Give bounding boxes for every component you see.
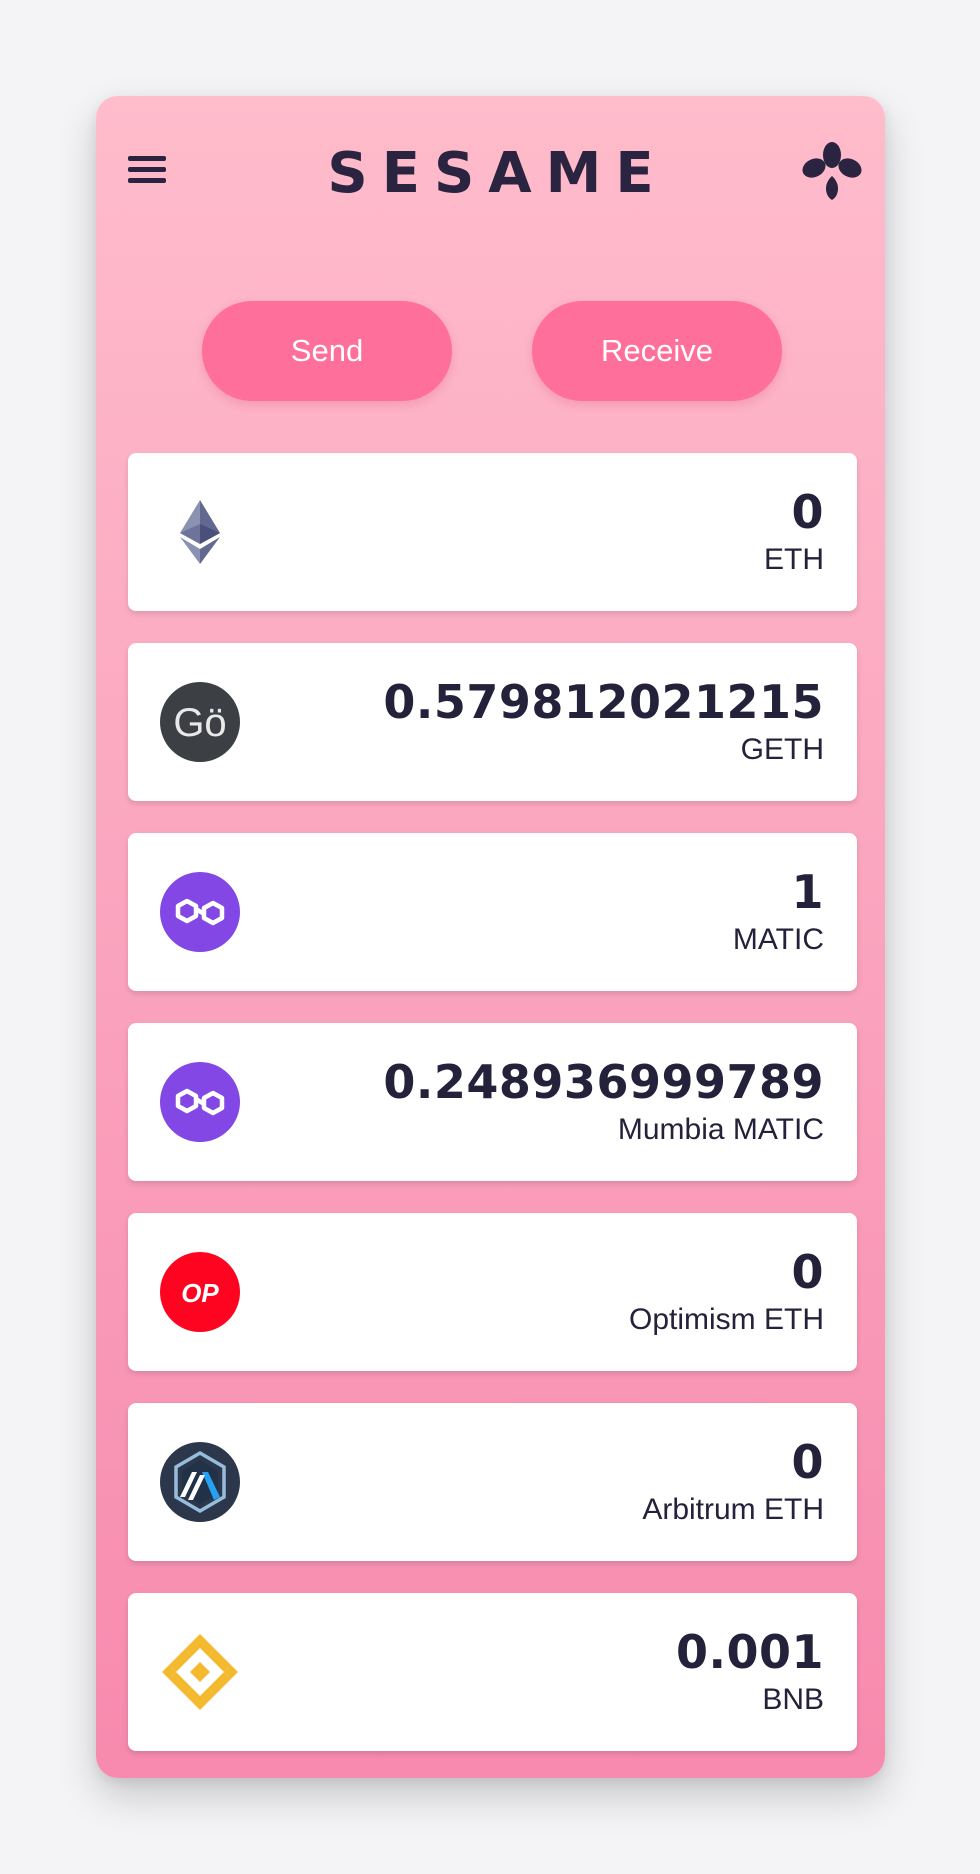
sesame-seeds-icon[interactable] xyxy=(801,140,863,202)
receive-button[interactable]: Receive xyxy=(532,301,782,401)
token-card-bnb[interactable]: 0.001 BNB xyxy=(128,1593,857,1751)
token-amount: 0 xyxy=(791,1245,824,1299)
token-card-eth[interactable]: 0 ETH xyxy=(128,453,857,611)
token-card-geth[interactable]: Gö 0.579812021215 GETH xyxy=(128,643,857,801)
token-amount: 0.001 xyxy=(675,1625,824,1679)
token-card-arbitrum-eth[interactable]: 0 Arbitrum ETH xyxy=(128,1403,857,1561)
arbitrum-icon xyxy=(160,1442,240,1522)
token-amount: 1 xyxy=(791,865,824,919)
token-symbol: GETH xyxy=(740,733,824,766)
token-symbol: Mumbia MATIC xyxy=(617,1113,824,1146)
token-amount: 0.248936999789 xyxy=(383,1055,824,1109)
goerli-icon: Gö xyxy=(160,682,240,762)
token-list: 0 ETH Gö 0.579812021215 GETH 1 MATIC 0.2… xyxy=(128,453,857,1783)
app-logo: SESAME xyxy=(327,141,668,206)
token-card-mumbai-matic[interactable]: 0.248936999789 Mumbia MATIC xyxy=(128,1023,857,1181)
polygon-icon xyxy=(160,872,240,952)
ethereum-icon xyxy=(160,492,240,572)
token-symbol: Arbitrum ETH xyxy=(642,1493,824,1526)
token-symbol: ETH xyxy=(764,543,824,576)
wallet-panel: SESAME Send Receive 0 ETH Gö 0.579812021… xyxy=(96,96,885,1778)
token-symbol: BNB xyxy=(762,1683,824,1716)
optimism-icon-text: OP xyxy=(181,1278,219,1308)
goerli-icon-text: Gö xyxy=(173,701,226,745)
action-buttons: Send Receive xyxy=(96,301,885,401)
token-symbol: MATIC xyxy=(732,923,824,956)
polygon-icon xyxy=(160,1062,240,1142)
token-symbol: Optimism ETH xyxy=(629,1303,824,1336)
token-amount: 0 xyxy=(791,485,824,539)
send-button[interactable]: Send xyxy=(202,301,452,401)
binance-icon xyxy=(160,1632,240,1712)
header: SESAME xyxy=(96,96,885,256)
token-card-matic[interactable]: 1 MATIC xyxy=(128,833,857,991)
token-amount: 0.579812021215 xyxy=(383,675,824,729)
token-card-optimism-eth[interactable]: OP 0 Optimism ETH xyxy=(128,1213,857,1371)
optimism-icon: OP xyxy=(160,1252,240,1332)
token-amount: 0 xyxy=(791,1435,824,1489)
